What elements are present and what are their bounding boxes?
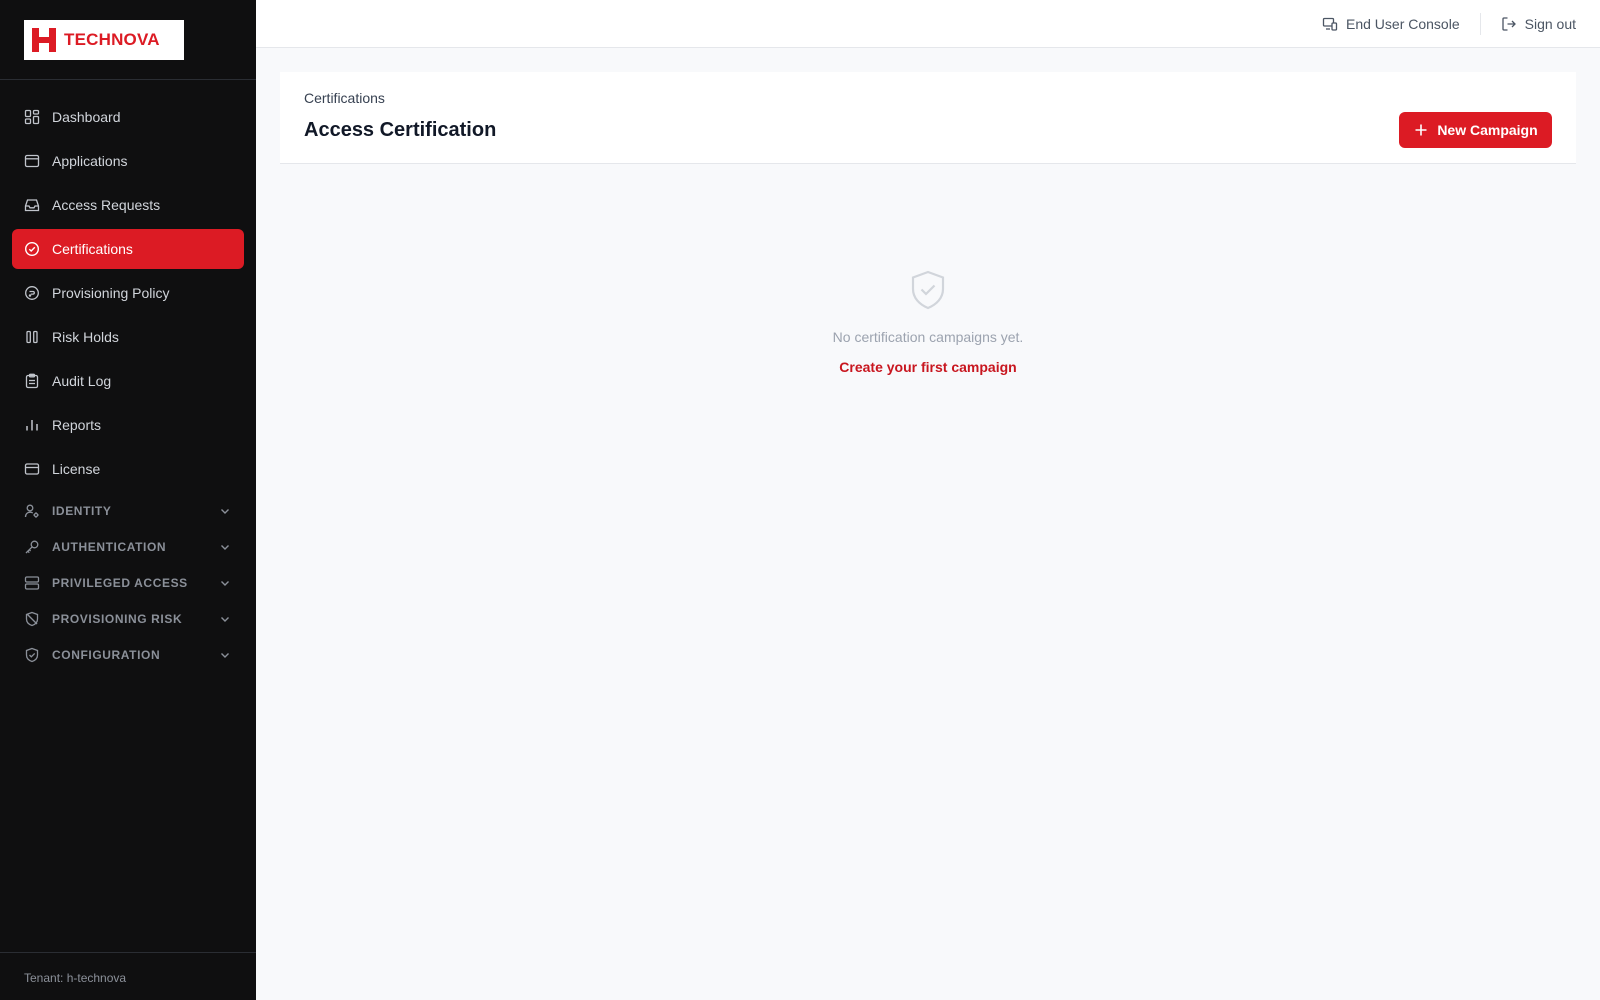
create-first-campaign-link[interactable]: Create your first campaign [839,359,1016,375]
chevron-down-icon [221,581,229,586]
sign-out-label: Sign out [1524,16,1576,32]
end-user-console-button[interactable]: End User Console [1322,16,1460,32]
sidebar-group-configuration[interactable]: CONFIGURATION [12,637,244,673]
sidebar-group-authentication[interactable]: AUTHENTICATION [12,529,244,565]
sidebar-item-label: Access Requests [52,197,161,213]
sidebar-item-label: Dashboard [52,109,121,125]
sidebar-item-certifications[interactable]: Certifications [12,229,244,269]
breadcrumb[interactable]: Certifications [304,90,385,106]
policy-icon [24,285,40,301]
sidebar-item-license[interactable]: License [12,449,244,489]
sidebar-item-risk-holds[interactable]: Risk Holds [12,317,244,357]
sidebar-group-label: PROVISIONING RISK [52,612,183,626]
empty-state-message: No certification campaigns yet. [832,329,1024,345]
tenant-label: Tenant: h-technova [0,952,256,1000]
credit-card-icon [24,461,40,477]
plus-icon [1415,124,1427,136]
sidebar: TECHNOVA Dashboard Applications Access R… [0,0,256,1000]
shield-check-icon [911,270,945,310]
sidebar-item-provisioning-policy[interactable]: Provisioning Policy [12,273,244,313]
sidebar-group-label: CONFIGURATION [52,648,161,662]
chevron-down-icon [221,509,229,514]
bar-chart-icon [24,417,40,433]
dashboard-icon [24,109,40,125]
window-icon [24,153,40,169]
new-campaign-label: New Campaign [1437,122,1538,138]
sidebar-item-reports[interactable]: Reports [12,405,244,445]
user-gear-icon [24,503,40,519]
topbar: End User Console Sign out [256,0,1600,48]
end-user-console-label: End User Console [1346,16,1460,32]
topbar-divider [1479,13,1481,35]
sidebar-group-label: PRIVILEGED ACCESS [52,576,188,590]
sidebar-group-label: AUTHENTICATION [52,540,167,554]
devices-icon [1322,17,1338,31]
logo-area: TECHNOVA [0,0,256,80]
page-header: Certifications Access Certification New … [280,72,1576,164]
sidebar-item-label: Risk Holds [52,329,119,345]
page-title: Access Certification [304,119,497,141]
sidebar-group-privileged-access[interactable]: PRIVILEGED ACCESS [12,565,244,601]
chevron-down-icon [221,545,229,550]
key-icon [24,539,40,555]
shield-check-icon [24,647,40,663]
empty-state: No certification campaigns yet. Create y… [280,270,1576,377]
clipboard-icon [24,373,40,389]
sidebar-group-provisioning-risk[interactable]: PROVISIONING RISK [12,601,244,637]
logo-mark-icon [32,28,56,52]
chevron-down-icon [221,653,229,658]
sidebar-item-dashboard[interactable]: Dashboard [12,97,244,137]
sidebar-group-identity[interactable]: IDENTITY [12,493,244,529]
pause-icon [24,329,40,345]
sign-out-button[interactable]: Sign out [1501,16,1576,32]
sidebar-item-label: Applications [52,153,128,169]
sidebar-item-access-requests[interactable]: Access Requests [12,185,244,225]
sidebar-item-audit-log[interactable]: Audit Log [12,361,244,401]
inbox-icon [24,197,40,213]
chevron-down-icon [221,617,229,622]
check-circle-icon [24,241,40,257]
new-campaign-button[interactable]: New Campaign [1399,112,1552,148]
sidebar-item-label: Provisioning Policy [52,285,170,301]
sidebar-nav: Dashboard Applications Access Requests C… [0,80,256,673]
logo-text: TECHNOVA [64,30,160,49]
sidebar-group-label: IDENTITY [52,504,112,518]
technova-logo[interactable]: TECHNOVA [24,20,184,60]
sidebar-item-label: Certifications [52,241,133,257]
sidebar-item-applications[interactable]: Applications [12,141,244,181]
topbar-actions: End User Console Sign out [1322,0,1576,48]
sign-out-icon [1501,17,1516,31]
sidebar-item-label: Audit Log [52,373,112,389]
sidebar-item-label: License [52,461,101,477]
sidebar-item-label: Reports [52,417,102,433]
shield-off-icon [24,611,40,627]
server-icon [24,575,40,591]
